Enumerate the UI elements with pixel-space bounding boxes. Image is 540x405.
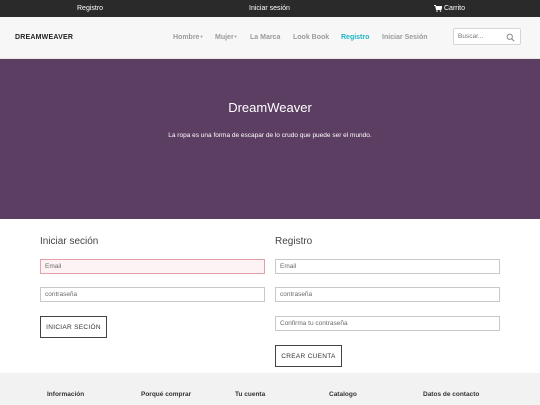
nav-item-women-label: Mujer [215,34,234,41]
footer-heading-contact: Datos de contacto [423,391,480,398]
topbar-login-link[interactable]: Iniciar sesión [249,0,290,17]
brand-logo[interactable]: DREAMWEAVER [15,17,73,59]
nav-item-men[interactable]: Hombre▼ [173,17,203,59]
register-email-field[interactable] [275,259,500,274]
shopping-cart-icon [434,5,442,12]
register-title: Registro [275,236,313,247]
site-header: DREAMWEAVER Hombre▼ Mujer▼ La Marca Look… [0,17,540,59]
login-password-field[interactable] [40,287,265,302]
register-confirm-password-field[interactable] [275,316,500,331]
hero-subtitle: La ropa es una forma de escapar de lo cr… [168,132,372,139]
caret-icon: ▼ [233,34,238,39]
footer-heading-account: Tu cuenta [235,391,266,398]
login-email-field[interactable] [40,259,265,274]
topbar-cart-link[interactable]: Carrito [434,0,465,17]
hero-title: DreamWeaver [228,100,312,115]
footer-heading-catalog: Catalogo [329,391,357,398]
cart-label: Carrito [444,5,466,12]
hero-banner: DreamWeaver La ropa es una forma de esca… [0,59,540,219]
caret-icon: ▼ [199,34,204,39]
nav-item-login[interactable]: Iniciar Sesión [382,17,428,59]
login-title: Iniciar seción [40,236,99,247]
topbar-register-link[interactable]: Registro [77,0,103,17]
footer-heading-info: Información [47,391,85,398]
nav-item-men-label: Hombre [173,34,200,41]
nav-item-brand[interactable]: La Marca [250,17,280,59]
register-password-field[interactable] [275,287,500,302]
search-icon[interactable] [506,33,515,42]
footer-heading-why-buy: Porqué comprar [141,391,192,398]
nav-item-register[interactable]: Registro [341,17,369,59]
nav-item-lookbook[interactable]: Look Book [293,17,329,59]
nav-item-women[interactable]: Mujer▼ [215,17,238,59]
top-bar: Registro Iniciar sesión Carrito [0,0,540,17]
create-account-button[interactable]: CREAR CUENTA [275,345,342,367]
login-button[interactable]: INICIAR SECIÓN [40,316,107,338]
search-box [453,28,521,45]
search-input[interactable] [454,33,506,40]
site-footer: Información Porqué comprar Tu cuenta Cat… [0,373,540,405]
